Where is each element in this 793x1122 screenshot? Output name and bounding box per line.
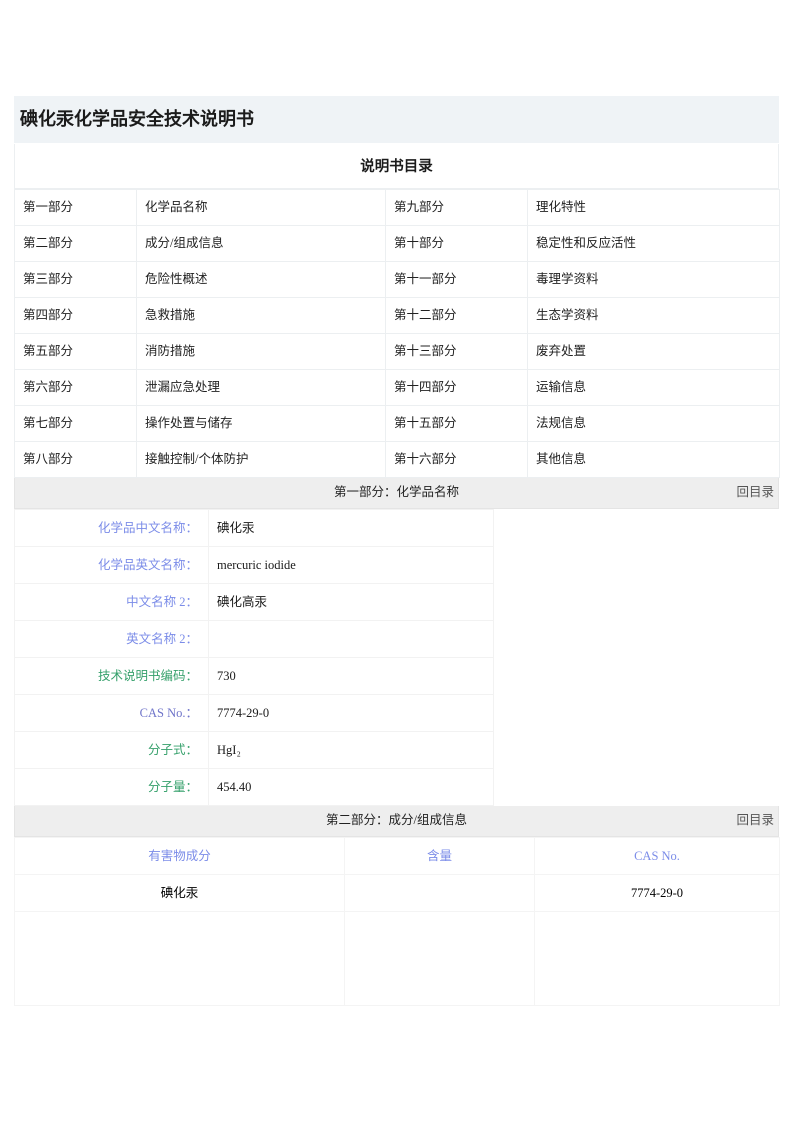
section-band-2-title: 第二部分：成分/组成信息 (326, 813, 467, 827)
toc-left-number[interactable]: 第七部分 (14, 405, 137, 442)
toc-row: 第八部分 接触控制/个体防护 第十六部分 其他信息 (14, 441, 780, 478)
toc-right-number[interactable]: 第九部分 (385, 189, 528, 226)
section1-field-row: 技术说明书编码： 730 (14, 657, 779, 695)
toc-table: 第一部分 化学品名称 第九部分 理化特性 第二部分 成分/组成信息 第十部分 稳定性和反应活性… (14, 189, 780, 478)
field-value (207, 620, 495, 658)
page-canvas: 碘化汞化学品安全技术说明书 说明书目录 第一部分 化学品名称 第九部分 理化特性 第二部… (0, 0, 793, 1122)
composition-filler-cell (344, 911, 535, 1006)
composition-filler-cell (534, 911, 780, 1006)
field-label: 分子量： (14, 768, 209, 806)
toc-right-number[interactable]: 第十三部分 (385, 333, 528, 370)
section1-fields-table: 化学品中文名称： 碘化汞 化学品英文名称： mercuric iodide 中文名称 2… (14, 509, 779, 806)
toc-left-number[interactable]: 第四部分 (14, 297, 137, 334)
toc-right-number[interactable]: 第十五部分 (385, 405, 528, 442)
toc-left-name[interactable]: 消防措施 (136, 333, 386, 370)
toc-right-number[interactable]: 第十四部分 (385, 369, 528, 406)
toc-left-name[interactable]: 泄漏应急处理 (136, 369, 386, 406)
section-band-1: 第一部分：化学品名称 回目录 (14, 478, 779, 509)
toc-row: 第四部分 急救措施 第十二部分 生态学资料 (14, 297, 780, 334)
field-value: HgI₂ (207, 731, 495, 769)
section1-field-row: 化学品中文名称： 碘化汞 (14, 509, 780, 547)
field-value: 7774-29-0 (207, 694, 495, 732)
field-label: 分子式： (14, 731, 209, 769)
section1-field-row: 中文名称 2： 碘化高汞 (14, 583, 780, 621)
section-band-2: 第二部分：成分/组成信息 回目录 (14, 806, 779, 837)
composition-row: 碘化汞 7774-29-0 (14, 874, 780, 912)
back-to-toc-link-1[interactable]: 回目录 (736, 478, 774, 507)
field-value: 碘化高汞 (207, 583, 495, 621)
toc-left-number[interactable]: 第五部分 (14, 333, 137, 370)
toc-left-name[interactable]: 急救措施 (136, 297, 386, 334)
field-label: 英文名称 2： (14, 620, 209, 658)
section1-field-row: CAS No.： 7774-29-0 (14, 694, 779, 732)
section1-field-row: 英文名称 2： (14, 620, 780, 658)
composition-component: 碘化汞 (14, 874, 345, 912)
field-label: 中文名称 2： (14, 583, 209, 621)
toc-row: 第七部分 操作处置与储存 第十五部分 法规信息 (14, 405, 780, 442)
toc-right-number[interactable]: 第十一部分 (385, 261, 528, 298)
composition-filler-cell (14, 911, 345, 1006)
sds-document: 碘化汞化学品安全技术说明书 说明书目录 第一部分 化学品名称 第九部分 理化特性 第二部… (14, 96, 780, 1006)
back-to-toc-link-2[interactable]: 回目录 (736, 806, 774, 835)
toc-right-name[interactable]: 毒理学资料 (527, 261, 780, 298)
composition-header-row: 有害物成分 含量 CAS No. (14, 837, 780, 875)
toc-right-name[interactable]: 其他信息 (527, 441, 780, 478)
field-value: 碘化汞 (207, 509, 495, 547)
toc-row: 第三部分 危险性概述 第十一部分 毒理学资料 (14, 261, 780, 298)
field-value: mercuric iodide (207, 546, 495, 584)
toc-left-number[interactable]: 第八部分 (14, 441, 137, 478)
field-value: 454.40 (207, 768, 495, 806)
toc-right-name[interactable]: 稳定性和反应活性 (527, 225, 780, 262)
field-label: 化学品中文名称： (14, 509, 209, 547)
toc-row: 第二部分 成分/组成信息 第十部分 稳定性和反应活性 (14, 225, 780, 262)
field-label: 化学品英文名称： (14, 546, 209, 584)
toc-left-name[interactable]: 操作处置与储存 (136, 405, 386, 442)
composition-filler-row (14, 911, 780, 1006)
field-spacer (493, 657, 779, 695)
composition-header-cell: 含量 (344, 837, 535, 875)
composition-cas: 7774-29-0 (534, 874, 780, 912)
toc-left-number[interactable]: 第一部分 (14, 189, 137, 226)
field-value: 730 (207, 657, 495, 695)
toc-row: 第六部分 泄漏应急处理 第十四部分 运输信息 (14, 369, 780, 406)
toc-left-number[interactable]: 第六部分 (14, 369, 137, 406)
section-band-1-title: 第一部分：化学品名称 (333, 485, 459, 499)
page-title: 碘化汞化学品安全技术说明书 (14, 96, 779, 144)
composition-header-cell: 有害物成分 (14, 837, 345, 875)
toc-right-number[interactable]: 第十部分 (385, 225, 528, 262)
field-spacer (493, 768, 779, 806)
section1-field-row: 分子式： HgI₂ (14, 731, 779, 769)
toc-right-name[interactable]: 废弃处置 (527, 333, 780, 370)
field-label: CAS No.： (14, 694, 209, 732)
toc-left-number[interactable]: 第三部分 (14, 261, 137, 298)
toc-row: 第一部分 化学品名称 第九部分 理化特性 (14, 189, 780, 226)
toc-right-number[interactable]: 第十六部分 (385, 441, 528, 478)
toc-left-name[interactable]: 化学品名称 (136, 189, 386, 226)
toc-left-name[interactable]: 危险性概述 (136, 261, 386, 298)
toc-right-number[interactable]: 第十二部分 (385, 297, 528, 334)
section1-field-row: 化学品英文名称： mercuric iodide (14, 546, 780, 584)
toc-left-name[interactable]: 成分/组成信息 (136, 225, 386, 262)
toc-left-number[interactable]: 第二部分 (14, 225, 137, 262)
toc-right-name[interactable]: 法规信息 (527, 405, 780, 442)
toc-right-name[interactable]: 生态学资料 (527, 297, 780, 334)
section1-field-row: 分子量： 454.40 (14, 768, 779, 806)
toc-row: 第五部分 消防措施 第十三部分 废弃处置 (14, 333, 780, 370)
composition-header-cell: CAS No. (534, 837, 780, 875)
field-spacer (493, 694, 779, 732)
toc-left-name[interactable]: 接触控制/个体防护 (136, 441, 386, 478)
toc-right-name[interactable]: 运输信息 (527, 369, 780, 406)
composition-content (344, 874, 535, 912)
field-spacer (493, 731, 779, 769)
toc-right-name[interactable]: 理化特性 (527, 189, 780, 226)
field-label: 技术说明书编码： (14, 657, 209, 695)
toc-caption: 说明书目录 (14, 144, 779, 189)
section2-composition-table: 有害物成分 含量 CAS No. 碘化汞 7774-29-0 (14, 837, 780, 1006)
